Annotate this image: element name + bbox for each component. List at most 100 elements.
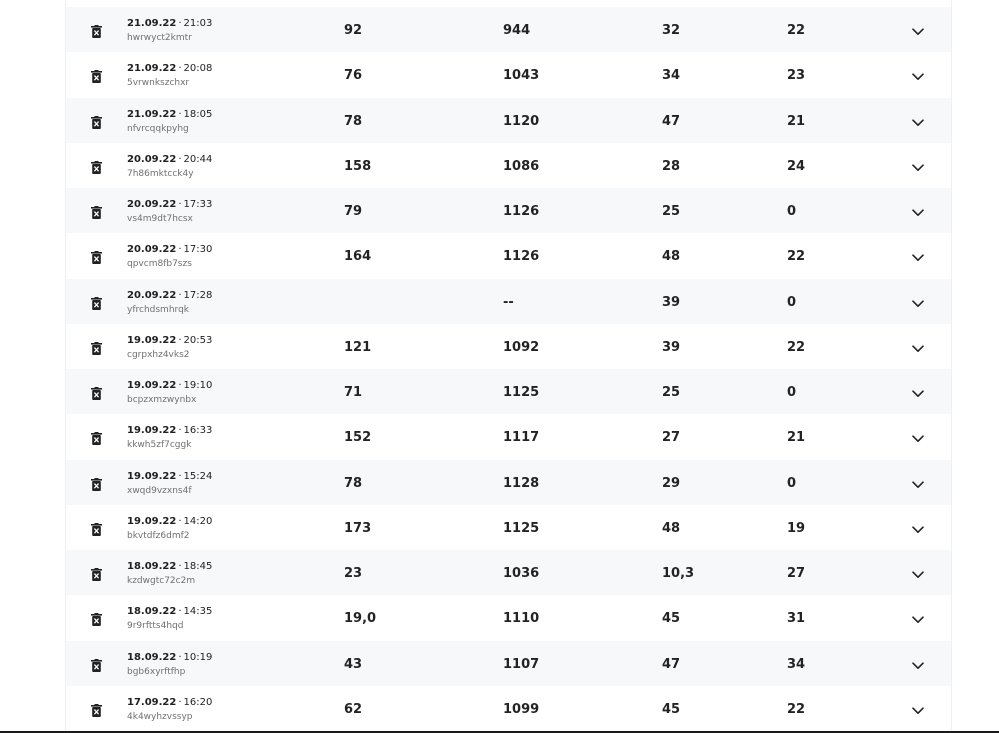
row-value-2: 1107 — [503, 656, 540, 672]
row-datetime: 19.09.22 · 19:10 — [127, 379, 212, 392]
row-datetime: 18.09.22 · 18:45 — [127, 560, 212, 573]
row-value-4: 19 — [787, 520, 806, 536]
row-datetime: 19.09.22 · 15:24 — [127, 470, 212, 483]
chevron-down-icon[interactable] — [912, 390, 924, 398]
table-row[interactable]: 19.09.22 · 14:20 bkvtdfz6dmf2 173 1125 48 … — [66, 504, 951, 550]
trash-icon[interactable] — [91, 206, 102, 219]
row-date: 20.09.22 — [127, 289, 177, 301]
row-code: xwqd9vzxns4f — [127, 485, 192, 496]
row-date: 19.09.22 — [127, 380, 177, 391]
trash-icon[interactable] — [91, 70, 102, 84]
row-time: 20:53 — [183, 334, 213, 346]
row-datetime: 17.09.22 · 16:20 — [127, 696, 212, 709]
chevron-down-icon[interactable] — [912, 526, 924, 534]
table-row[interactable]: 19.09.22 · 20:53 cgrpxhz4vks2 121 1092 39 … — [66, 323, 951, 369]
trash-icon[interactable] — [91, 432, 102, 446]
row-value-1: 164 — [344, 249, 372, 265]
row-value-1: 78 — [344, 475, 363, 491]
table-row[interactable]: 17.09.22 · 16:20 4k4wyhzvssyp 62 1099 45 2… — [66, 685, 951, 731]
chevron-down-icon[interactable] — [912, 707, 924, 715]
row-value-3: 27 — [662, 430, 681, 446]
table-row[interactable]: 20.09.22 · 17:28 yfrchdsmhrqk -- 39 0 — [66, 278, 951, 324]
row-value-2: 1036 — [503, 566, 540, 581]
row-time: 16:33 — [183, 425, 213, 437]
chevron-down-icon[interactable] — [912, 254, 924, 262]
table-row[interactable]: 18.09.22 · 14:35 9r9rftts4hqd 19,0 1110 45… — [66, 595, 951, 641]
table-row[interactable]: 21.09.22 · 18:05 nfvrcqqkpyhg 78 1120 47 2… — [66, 97, 951, 143]
table-row[interactable]: 20.09.22 · 20:44 7h86mktcck4y 158 1086 28 … — [66, 142, 951, 188]
chevron-down-icon[interactable] — [912, 299, 924, 308]
row-meta: 21.09.22 · 21:03 hwrwyct2kmtr — [127, 17, 212, 44]
chevron-down-icon[interactable] — [912, 345, 924, 353]
chevron-down-icon[interactable] — [912, 118, 924, 127]
row-datetime: 20.09.22 · 17:30 — [127, 243, 212, 256]
row-value-1: 152 — [344, 430, 372, 446]
row-code: 4k4wyhzvssyp — [127, 711, 193, 722]
chevron-down-icon[interactable] — [912, 571, 924, 579]
row-datetime: 21.09.22 · 21:03 — [127, 17, 212, 30]
row-value-2: 1086 — [503, 158, 540, 174]
row-date: 18.09.22 — [127, 606, 177, 618]
date-time-separator: · — [178, 334, 182, 346]
date-time-separator: · — [178, 244, 182, 256]
table-row[interactable]: 19.09.22 · 19:10 bcpzxmzwynbx 71 1125 25 0 — [66, 369, 951, 415]
trash-icon[interactable] — [91, 296, 102, 310]
row-value-1: 173 — [344, 520, 372, 536]
row-value-1: 92 — [344, 23, 363, 38]
trash-icon[interactable] — [91, 477, 102, 491]
trash-icon[interactable] — [91, 160, 102, 174]
row-datetime: 20.09.22 · 17:33 — [127, 198, 212, 211]
trash-icon[interactable] — [91, 613, 102, 627]
row-datetime: 19.09.22 · 16:33 — [127, 424, 212, 437]
row-date: 21.09.22 — [127, 108, 177, 120]
row-value-2: 1110 — [503, 611, 540, 627]
row-code: 7h86mktcck4y — [127, 168, 194, 179]
row-code: nfvrcqqkpyhg — [127, 123, 189, 134]
table-row[interactable]: 20.09.22 · 17:33 vs4m9dt7hcsx 79 1126 25 0 — [66, 188, 951, 234]
trash-icon[interactable] — [91, 25, 102, 38]
row-value-3: 39 — [662, 294, 681, 310]
history-page: 21.09.22 · 21:03 hwrwyct2kmtr 92 944 32 22… — [0, 0, 999, 733]
row-value-3: 28 — [662, 158, 681, 174]
trash-icon[interactable] — [91, 115, 102, 129]
row-code: bcpzxmzwynbx — [127, 395, 197, 405]
table-row[interactable]: 19.09.22 · 15:24 xwqd9vzxns4f 78 1128 29 0 — [66, 459, 951, 505]
row-value-3: 45 — [662, 611, 681, 627]
row-value-3: 47 — [662, 656, 681, 672]
row-meta: 20.09.22 · 17:33 vs4m9dt7hcsx — [127, 198, 212, 225]
row-time: 20:08 — [183, 63, 213, 75]
chevron-down-icon[interactable] — [912, 164, 924, 172]
row-value-1: 158 — [344, 158, 372, 174]
table-row[interactable]: 19.09.22 · 16:33 kkwh5zf7cggk 152 1117 27 … — [66, 414, 951, 460]
trash-icon[interactable] — [91, 703, 102, 717]
trash-icon[interactable] — [91, 522, 102, 536]
trash-icon[interactable] — [91, 658, 102, 672]
trash-icon[interactable] — [91, 251, 102, 265]
row-date: 21.09.22 — [127, 63, 177, 75]
chevron-down-icon[interactable] — [912, 480, 924, 489]
chevron-down-icon[interactable] — [912, 616, 924, 624]
date-time-separator: · — [178, 606, 182, 618]
table-row[interactable]: 21.09.22 · 20:08 5vrwnkszchxr 76 1043 34 2… — [66, 52, 951, 98]
table-row[interactable]: 18.09.22 · 10:19 bgb6xyrftfhp 43 1107 47 3… — [66, 640, 951, 686]
chevron-down-icon[interactable] — [912, 28, 924, 36]
date-time-separator: · — [178, 108, 182, 120]
chevron-down-icon[interactable] — [912, 73, 924, 81]
row-time: 16:20 — [183, 696, 213, 708]
measurement-table: 21.09.22 · 21:03 hwrwyct2kmtr 92 944 32 22… — [65, 0, 952, 731]
chevron-down-icon[interactable] — [912, 435, 924, 443]
trash-icon[interactable] — [91, 341, 102, 355]
row-value-4: 34 — [787, 656, 806, 672]
row-value-2: 1117 — [503, 430, 540, 446]
row-meta: 19.09.22 · 20:53 cgrpxhz4vks2 — [127, 334, 212, 361]
row-value-3: 48 — [662, 520, 681, 536]
chevron-down-icon[interactable] — [912, 661, 924, 670]
table-row[interactable]: 18.09.22 · 18:45 kzdwgtc72c2m 23 1036 10,3… — [66, 550, 951, 596]
table-row[interactable]: 21.09.22 · 21:03 hwrwyct2kmtr 92 944 32 22 — [66, 7, 951, 53]
table-row[interactable]: 20.09.22 · 17:30 qpvcm8fb7szs 164 1126 48 … — [66, 233, 951, 279]
trash-icon[interactable] — [91, 387, 102, 400]
chevron-down-icon[interactable] — [912, 209, 924, 217]
trash-icon[interactable] — [91, 568, 102, 581]
row-time: 20:44 — [183, 153, 213, 165]
row-value-4: 31 — [787, 611, 806, 627]
